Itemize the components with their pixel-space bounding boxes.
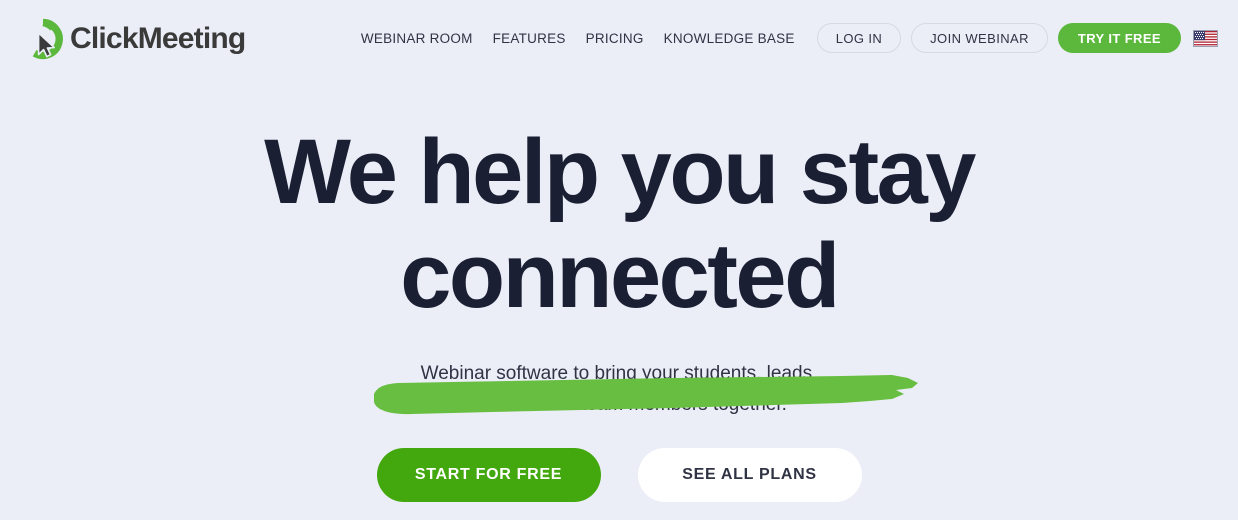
brand-logo[interactable]: ClickMeeting (22, 18, 246, 60)
nav-link-pricing[interactable]: PRICING (576, 31, 654, 46)
nav-links: WEBINAR ROOM FEATURES PRICING KNOWLEDGE … (351, 31, 805, 46)
subhead-line-1: Webinar software to bring your students,… (420, 363, 818, 384)
nav-buttons: LOG IN JOIN WEBINAR TRY IT FREE (816, 23, 1181, 53)
headline-line-2: connected (400, 225, 840, 327)
start-for-free-button[interactable]: START FOR FREE (376, 448, 601, 502)
brand-name: ClickMeeting (70, 22, 246, 55)
see-all-plans-button[interactable]: SEE ALL PLANS (637, 448, 862, 502)
main-nav: WEBINAR ROOM FEATURES PRICING KNOWLEDGE … (351, 0, 1218, 76)
nav-link-webinar-room[interactable]: WEBINAR ROOM (351, 31, 483, 46)
nav-link-features[interactable]: FEATURES (483, 31, 576, 46)
headline-line-1: We help you stay (264, 121, 976, 223)
us-flag-icon[interactable] (1193, 29, 1218, 47)
try-it-free-button[interactable]: TRY IT FREE (1057, 23, 1181, 53)
log-in-button[interactable]: LOG IN (816, 23, 902, 53)
hero-cta-row: START FOR FREE SEE ALL PLANS (0, 448, 1238, 502)
hero-headline: We help you stay connected (0, 120, 1238, 328)
subhead-line-2: customers and team members together. (451, 394, 787, 415)
hero-subheading: Webinar software to bring your students,… (0, 358, 1238, 420)
nav-link-knowledge-base[interactable]: KNOWLEDGE BASE (654, 31, 805, 46)
hero-section: We help you stay connected Webinar softw… (0, 76, 1238, 502)
landing-page: ClickMeeting WEBINAR ROOM FEATURES PRICI… (0, 0, 1238, 520)
site-header: ClickMeeting WEBINAR ROOM FEATURES PRICI… (0, 0, 1238, 76)
join-webinar-button[interactable]: JOIN WEBINAR (911, 23, 1048, 53)
clickmeeting-logo-icon (32, 18, 63, 60)
